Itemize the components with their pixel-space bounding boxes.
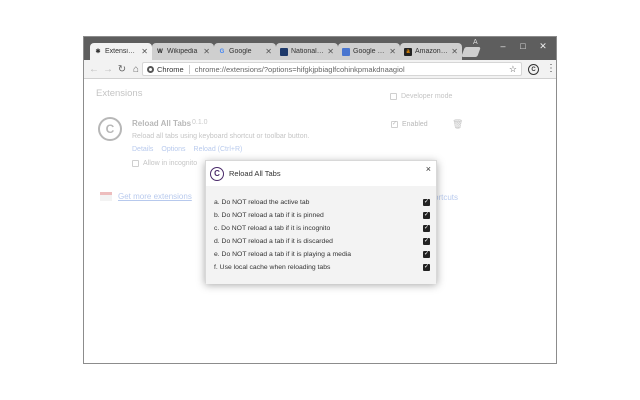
dialog-title: Reload All Tabs	[229, 169, 281, 178]
options-link[interactable]: Options	[161, 146, 185, 153]
tab-title: Google Ne	[353, 48, 387, 55]
checkbox-checked[interactable]: ✓	[391, 121, 398, 128]
get-more-extensions-link[interactable]: Get more extensions	[100, 192, 192, 201]
forward-button[interactable]: →	[102, 63, 114, 75]
close-tab-icon[interactable]: ✕	[389, 47, 396, 56]
divider	[188, 64, 190, 74]
option-label: f. Use local cache when reloading tabs	[214, 264, 331, 271]
option-row[interactable]: f. Use local cache when reloading tabs ✓	[214, 261, 430, 274]
checkbox-checked[interactable]: ✓	[423, 225, 430, 232]
checkbox-checked[interactable]: ✓	[423, 251, 430, 258]
new-tab-button[interactable]	[461, 47, 481, 57]
google-news-icon	[342, 47, 350, 56]
tab-google[interactable]: G Google ✕	[214, 43, 276, 60]
incognito-label: Allow in incognito	[143, 160, 198, 167]
chrome-icon	[147, 65, 154, 73]
option-row[interactable]: c. Do NOT reload a tab if it is incognit…	[214, 222, 430, 235]
close-icon[interactable]: ×	[426, 164, 431, 174]
page-title: Extensions	[96, 88, 143, 99]
webstore-icon	[100, 192, 112, 201]
option-row[interactable]: e. Do NOT reload a tab if it is playing …	[214, 248, 430, 261]
close-tab-icon[interactable]: ✕	[141, 47, 148, 56]
url-text[interactable]: chrome://extensions/?options=hifgkjpbiag…	[195, 65, 405, 74]
trash-icon[interactable]: 🗑	[452, 119, 463, 130]
toolbar: ← → ↻ ⌂ Chrome chrome://extensions/?opti…	[84, 60, 556, 79]
developer-mode-toggle[interactable]: Developer mode	[390, 93, 452, 100]
keyboard-shortcuts-link[interactable]: ortcuts	[434, 193, 458, 202]
extension-version: 0.1.0	[192, 119, 208, 126]
close-tab-icon[interactable]: ✕	[451, 47, 458, 56]
enabled-toggle[interactable]: ✓ Enabled	[391, 121, 428, 128]
dialog-body: a. Do NOT reload the active tab ✓ b. Do …	[206, 186, 436, 284]
option-label: d. Do NOT reload a tab if it is discarde…	[214, 238, 333, 245]
option-label: c. Do NOT reload a tab if it is incognit…	[214, 225, 331, 232]
tab-title: National ar	[291, 48, 325, 55]
back-button[interactable]: ←	[88, 63, 100, 75]
tab-google-news[interactable]: Google Ne ✕	[338, 43, 400, 60]
close-tab-icon[interactable]: ✕	[203, 47, 210, 56]
tab-title: Google	[229, 48, 252, 55]
page-content: Extensions Developer mode C Reload All T…	[84, 80, 556, 363]
option-row[interactable]: d. Do NOT reload a tab if it is discarde…	[214, 235, 430, 248]
checkbox-checked[interactable]: ✓	[423, 238, 430, 245]
reload-all-tabs-extension-icon[interactable]: C	[528, 64, 539, 75]
checkbox-checked[interactable]: ✓	[423, 199, 430, 206]
checkbox[interactable]	[390, 93, 397, 100]
menu-icon[interactable]: ⋮	[546, 63, 556, 74]
puzzle-icon: ✱	[95, 49, 101, 55]
tab-national-archives[interactable]: National ar ✕	[276, 43, 338, 60]
get-more-label: Get more extensions	[118, 192, 192, 201]
tab-title: Amazon.co	[415, 48, 449, 55]
reload-button[interactable]: ↻	[116, 63, 128, 75]
extension-name: Reload All Tabs	[132, 119, 192, 128]
reload-link[interactable]: Reload (Ctrl+R)	[194, 146, 243, 153]
chip-label: Chrome	[157, 64, 184, 74]
close-tab-icon[interactable]: ✕	[327, 47, 334, 56]
enabled-label: Enabled	[402, 121, 428, 128]
checkbox[interactable]	[132, 160, 139, 167]
options-dialog: C Reload All Tabs × a. Do NOT reload the…	[205, 160, 437, 284]
amazon-icon: a	[404, 47, 412, 56]
option-label: e. Do NOT reload a tab if it is playing …	[214, 251, 352, 258]
tab-title: Extensions	[105, 48, 139, 55]
option-label: b. Do NOT reload a tab if it is pinned	[214, 212, 324, 219]
developer-mode-label: Developer mode	[401, 93, 453, 100]
address-bar[interactable]: Chrome chrome://extensions/?options=hifg…	[142, 62, 522, 76]
google-icon: G	[219, 48, 225, 55]
extension-links: Details Options Reload (Ctrl+R)	[132, 146, 242, 153]
allow-incognito[interactable]: Allow in incognito	[132, 160, 197, 167]
home-button[interactable]: ⌂	[130, 63, 142, 75]
option-row[interactable]: a. Do NOT reload the active tab ✓	[214, 196, 430, 209]
extension-logo-icon: C	[210, 166, 224, 181]
close-tab-icon[interactable]: ✕	[265, 47, 272, 56]
tab-strip: ✱ Extensions ✕ W Wikipedia ✕ G Google ✕ …	[84, 37, 556, 60]
option-label: a. Do NOT reload the active tab	[214, 199, 310, 206]
option-row[interactable]: b. Do NOT reload a tab if it is pinned ✓	[214, 209, 430, 222]
wikipedia-icon: W	[157, 48, 163, 55]
checkbox-checked[interactable]: ✓	[423, 264, 430, 271]
extension-logo-icon: C	[98, 117, 122, 141]
browser-window: ✱ Extensions ✕ W Wikipedia ✕ G Google ✕ …	[83, 36, 557, 364]
maximize-button[interactable]: □	[516, 40, 530, 52]
extension-description: Reload all tabs using keyboard shortcut …	[132, 133, 310, 140]
minimize-button[interactable]: –	[496, 40, 510, 52]
close-window-button[interactable]: ✕	[536, 40, 550, 52]
dialog-header: C Reload All Tabs ×	[206, 161, 436, 186]
tab-amazon[interactable]: a Amazon.co ✕	[400, 43, 462, 60]
tab-extensions[interactable]: ✱ Extensions ✕	[90, 43, 152, 60]
security-chip[interactable]: Chrome	[147, 65, 184, 74]
tab-title: Wikipedia	[167, 48, 198, 55]
star-icon[interactable]: ☆	[509, 64, 517, 75]
tab-wikipedia[interactable]: W Wikipedia ✕	[152, 43, 214, 60]
national-archives-icon	[280, 47, 288, 56]
checkbox-checked[interactable]: ✓	[423, 212, 430, 219]
profile-label[interactable]: A	[473, 39, 478, 46]
details-link[interactable]: Details	[132, 146, 153, 153]
